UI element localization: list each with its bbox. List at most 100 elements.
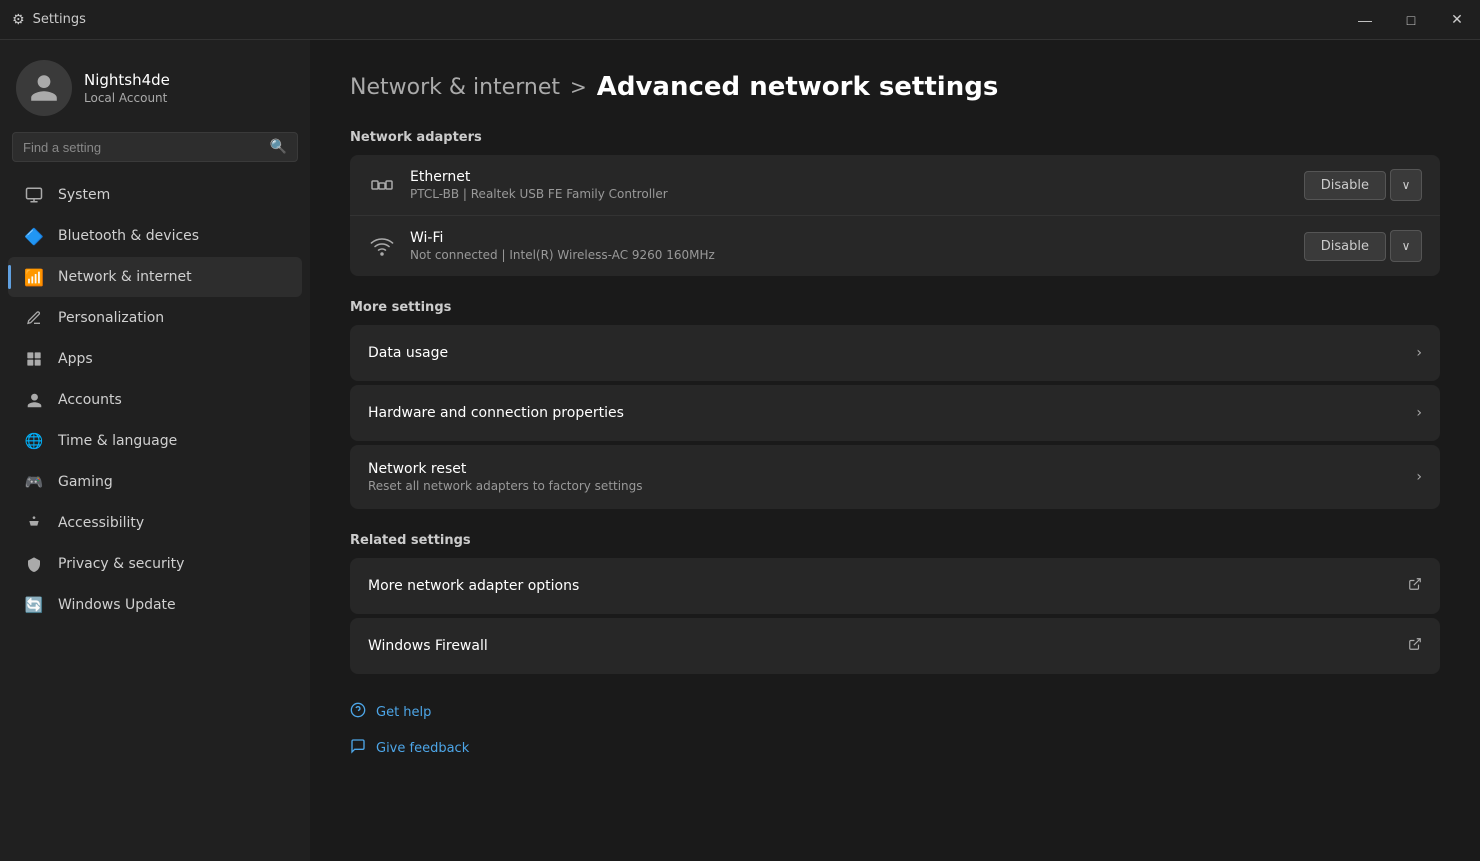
hardware-props-card[interactable]: Hardware and connection properties › — [350, 385, 1440, 441]
breadcrumb: Network & internet > Advanced network se… — [350, 72, 1440, 102]
get-help-label: Get help — [376, 705, 431, 720]
close-button[interactable]: ✕ — [1434, 0, 1480, 40]
accessibility-icon — [24, 513, 44, 533]
ethernet-disable-button[interactable]: Disable — [1304, 171, 1386, 200]
minimize-button[interactable]: — — [1342, 0, 1388, 40]
network-reset-text: Network reset Reset all network adapters… — [368, 461, 1416, 493]
windows-update-icon: 🔄 — [24, 595, 44, 615]
footer-links: Get help Give feedback — [350, 698, 1440, 762]
windows-firewall-row: Windows Firewall — [350, 618, 1440, 674]
title-bar-left: ⚙ Settings — [12, 12, 86, 28]
sidebar-item-windows-update[interactable]: 🔄 Windows Update — [8, 585, 302, 625]
sidebar-item-network[interactable]: 📶 Network & internet — [8, 257, 302, 297]
network-adapters-header: Network adapters — [350, 130, 1440, 145]
more-settings-header: More settings — [350, 300, 1440, 315]
title-bar: ⚙ Settings — □ ✕ — [0, 0, 1480, 40]
sidebar-item-system[interactable]: System — [8, 175, 302, 215]
title-bar-controls: — □ ✕ — [1342, 0, 1480, 40]
sidebar-item-label-apps: Apps — [58, 351, 93, 367]
data-usage-chevron-icon: › — [1416, 345, 1422, 361]
search-icon: 🔍 — [270, 139, 287, 155]
hardware-props-text: Hardware and connection properties — [368, 405, 1416, 421]
wifi-icon — [368, 232, 396, 260]
more-adapter-options-external-icon — [1408, 577, 1422, 595]
more-adapter-options-card[interactable]: More network adapter options — [350, 558, 1440, 614]
get-help-link[interactable]: Get help — [350, 698, 1440, 726]
breadcrumb-sep: > — [570, 75, 587, 99]
breadcrumb-current: Advanced network settings — [597, 72, 999, 102]
profile-subtitle: Local Account — [84, 91, 170, 105]
ethernet-detail: PTCL-BB | Realtek USB FE Family Controll… — [410, 187, 1290, 201]
sidebar-item-accessibility[interactable]: Accessibility — [8, 503, 302, 543]
windows-firewall-title: Windows Firewall — [368, 638, 1408, 654]
settings-icon: ⚙ — [12, 12, 25, 28]
get-help-icon — [350, 702, 366, 722]
data-usage-text: Data usage — [368, 345, 1416, 361]
time-icon: 🌐 — [24, 431, 44, 451]
profile-name: Nightsh4de — [84, 71, 170, 89]
hardware-props-chevron-icon: › — [1416, 405, 1422, 421]
ethernet-name: Ethernet — [410, 169, 1290, 185]
windows-firewall-external-icon — [1408, 637, 1422, 655]
sidebar-item-label-gaming: Gaming — [58, 474, 113, 490]
sidebar-item-personalization[interactable]: Personalization — [8, 298, 302, 338]
wifi-name: Wi-Fi — [410, 230, 1290, 246]
wifi-actions: Disable ∨ — [1304, 230, 1422, 262]
sidebar-item-time[interactable]: 🌐 Time & language — [8, 421, 302, 461]
profile-section: Nightsh4de Local Account — [0, 40, 310, 132]
data-usage-card[interactable]: Data usage › — [350, 325, 1440, 381]
search-container: 🔍 — [0, 132, 310, 174]
apps-icon — [24, 349, 44, 369]
sidebar-item-label-accessibility: Accessibility — [58, 515, 144, 531]
network-icon: 📶 — [24, 267, 44, 287]
sidebar-item-label-system: System — [58, 187, 110, 203]
avatar[interactable] — [16, 60, 72, 116]
sidebar-item-accounts[interactable]: Accounts — [8, 380, 302, 420]
personalization-icon — [24, 308, 44, 328]
ethernet-expand-button[interactable]: ∨ — [1390, 169, 1422, 201]
title-bar-title: Settings — [33, 12, 86, 27]
search-input[interactable] — [23, 140, 262, 155]
gaming-icon: 🎮 — [24, 472, 44, 492]
more-adapter-options-text: More network adapter options — [368, 578, 1408, 594]
sidebar-item-label-windows-update: Windows Update — [58, 597, 176, 613]
sidebar-item-gaming[interactable]: 🎮 Gaming — [8, 462, 302, 502]
network-adapters-card: Ethernet PTCL-BB | Realtek USB FE Family… — [350, 155, 1440, 276]
wifi-row: Wi-Fi Not connected | Intel(R) Wireless-… — [350, 215, 1440, 276]
sidebar-item-label-privacy: Privacy & security — [58, 556, 184, 572]
sidebar-item-label-time: Time & language — [58, 433, 177, 449]
breadcrumb-parent[interactable]: Network & internet — [350, 75, 560, 100]
network-reset-title: Network reset — [368, 461, 1416, 477]
system-icon — [24, 185, 44, 205]
sidebar-item-privacy[interactable]: Privacy & security — [8, 544, 302, 584]
network-reset-card[interactable]: Network reset Reset all network adapters… — [350, 445, 1440, 509]
content-area: Network & internet > Advanced network se… — [310, 40, 1480, 861]
accounts-icon — [24, 390, 44, 410]
sidebar-item-label-network: Network & internet — [58, 269, 192, 285]
give-feedback-link[interactable]: Give feedback — [350, 734, 1440, 762]
sidebar-item-label-personalization: Personalization — [58, 310, 164, 326]
data-usage-title: Data usage — [368, 345, 1416, 361]
search-box: 🔍 — [12, 132, 298, 162]
maximize-button[interactable]: □ — [1388, 0, 1434, 40]
sidebar-item-apps[interactable]: Apps — [8, 339, 302, 379]
bluetooth-icon: 🔷 — [24, 226, 44, 246]
wifi-detail: Not connected | Intel(R) Wireless-AC 926… — [410, 248, 1290, 262]
sidebar-item-label-accounts: Accounts — [58, 392, 122, 408]
ethernet-row: Ethernet PTCL-BB | Realtek USB FE Family… — [350, 155, 1440, 215]
windows-firewall-card[interactable]: Windows Firewall — [350, 618, 1440, 674]
sidebar-item-label-bluetooth: Bluetooth & devices — [58, 228, 199, 244]
network-reset-subtitle: Reset all network adapters to factory se… — [368, 479, 1416, 493]
wifi-disable-button[interactable]: Disable — [1304, 232, 1386, 261]
app-container: Nightsh4de Local Account 🔍 System 🔷 Blue… — [0, 40, 1480, 861]
sidebar-nav: System 🔷 Bluetooth & devices 📶 Network &… — [0, 174, 310, 626]
related-settings-header: Related settings — [350, 533, 1440, 548]
more-adapter-options-row: More network adapter options — [350, 558, 1440, 614]
wifi-info: Wi-Fi Not connected | Intel(R) Wireless-… — [410, 230, 1290, 262]
ethernet-icon — [368, 171, 396, 199]
hardware-props-row: Hardware and connection properties › — [350, 385, 1440, 441]
ethernet-info: Ethernet PTCL-BB | Realtek USB FE Family… — [410, 169, 1290, 201]
wifi-expand-button[interactable]: ∨ — [1390, 230, 1422, 262]
profile-info: Nightsh4de Local Account — [84, 71, 170, 105]
sidebar-item-bluetooth[interactable]: 🔷 Bluetooth & devices — [8, 216, 302, 256]
